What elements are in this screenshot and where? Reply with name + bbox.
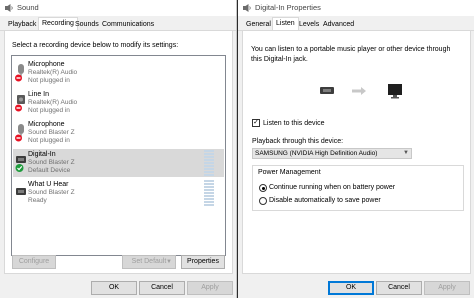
sound-window: Sound Playback Recording Sounds Communic…: [0, 0, 237, 298]
device-driver: Realtek(R) Audio: [28, 99, 78, 106]
configure-button[interactable]: Configure: [12, 255, 56, 269]
list-item[interactable]: What U Hear Sound Blaster Z Ready: [13, 179, 224, 207]
continue-running-label: Continue running when on battery power: [269, 184, 396, 191]
level-meter: [204, 180, 214, 206]
device-driver: Sound Blaster Z: [28, 159, 75, 166]
device-name: Microphone: [28, 121, 65, 128]
playback-device-label: Playback through this device:: [252, 138, 344, 145]
sound-title: Sound: [17, 3, 39, 12]
device-status: Not plugged in: [28, 137, 70, 144]
list-item[interactable]: Line In Realtek(R) Audio Not plugged in: [13, 89, 224, 117]
digital-in-default-icon: [15, 156, 26, 172]
chevron-down-icon: ▼: [403, 150, 409, 156]
listen-checkbox-label: Listen to this device: [263, 120, 325, 127]
speaker-icon: [243, 4, 251, 12]
ok-button[interactable]: OK: [91, 281, 137, 295]
tab-communications[interactable]: Communications: [99, 19, 157, 30]
device-name: Microphone: [28, 61, 65, 68]
device-driver: Sound Blaster Z: [28, 129, 75, 136]
monitor-icon: [388, 84, 402, 99]
cancel-button[interactable]: Cancel: [139, 281, 185, 295]
arrow-right-icon: [352, 87, 366, 95]
properties-button[interactable]: Properties: [181, 255, 225, 269]
list-item-selected[interactable]: Digital-In Sound Blaster Z Default Devic…: [13, 149, 224, 177]
set-default-label: Set Default: [131, 258, 167, 265]
device-driver: Sound Blaster Z: [28, 189, 75, 196]
playback-device-value: SAMSUNG (NVIDIA High Definition Audio): [255, 150, 378, 157]
tab-advanced[interactable]: Advanced: [320, 19, 357, 30]
apply-button[interactable]: Apply: [424, 281, 470, 295]
listen-description: You can listen to a portable music playe…: [251, 46, 451, 63]
device-list[interactable]: Microphone Realtek(R) Audio Not plugged …: [11, 55, 226, 256]
apply-button[interactable]: Apply: [187, 281, 233, 295]
device-status: Default Device: [28, 167, 71, 174]
listen-tab-panel: You can listen to a portable music playe…: [242, 30, 471, 274]
instruction-text: Select a recording device below to modif…: [12, 42, 179, 49]
power-management-title: Power Management: [258, 169, 321, 176]
device-status: Ready: [28, 197, 47, 204]
disable-automatically-label: Disable automatically to save power: [269, 197, 381, 204]
playback-device-select[interactable]: SAMSUNG (NVIDIA High Definition Audio) ▼: [252, 148, 412, 159]
microphone-unplugged-icon: [15, 64, 24, 82]
properties-titlebar: Digital-In Properties: [238, 0, 474, 16]
chevron-down-icon: ▼: [166, 259, 172, 265]
microphone-unplugged-icon: [15, 124, 24, 142]
list-item[interactable]: Microphone Realtek(R) Audio Not plugged …: [13, 59, 224, 87]
list-item[interactable]: Microphone Sound Blaster Z Not plugged i…: [13, 119, 224, 147]
sound-titlebar: Sound: [0, 0, 236, 16]
device-status: Not plugged in: [28, 77, 70, 84]
set-default-button[interactable]: Set Default ▼: [122, 255, 176, 269]
digital-in-device-icon: [320, 87, 334, 94]
power-management-group: Power Management Continue running when o…: [252, 165, 464, 211]
tab-general[interactable]: General: [243, 19, 274, 30]
tab-playback[interactable]: Playback: [5, 19, 39, 30]
listen-checkbox[interactable]: ✓: [252, 119, 260, 127]
device-status: Not plugged in: [28, 107, 70, 114]
device-driver: Realtek(R) Audio: [28, 69, 78, 76]
disable-automatically-radio[interactable]: [259, 197, 267, 205]
tab-listen[interactable]: Listen: [272, 17, 299, 31]
speaker-icon: [5, 4, 13, 12]
properties-window: Digital-In Properties General Listen Lev…: [237, 0, 474, 298]
device-name: Digital-In: [28, 151, 56, 158]
line-in-unplugged-icon: [15, 95, 25, 112]
continue-running-radio[interactable]: [259, 184, 267, 192]
ok-button[interactable]: OK: [328, 281, 374, 295]
device-name: What U Hear: [28, 181, 69, 188]
properties-title: Digital-In Properties: [255, 3, 321, 12]
device-name: Line In: [28, 91, 50, 98]
what-u-hear-icon: [16, 188, 26, 195]
tab-sounds[interactable]: Sounds: [72, 19, 102, 30]
tab-levels[interactable]: Levels: [296, 19, 322, 30]
cancel-button[interactable]: Cancel: [376, 281, 422, 295]
recording-tab-panel: Select a recording device below to modif…: [4, 30, 233, 274]
level-meter: [204, 150, 214, 176]
